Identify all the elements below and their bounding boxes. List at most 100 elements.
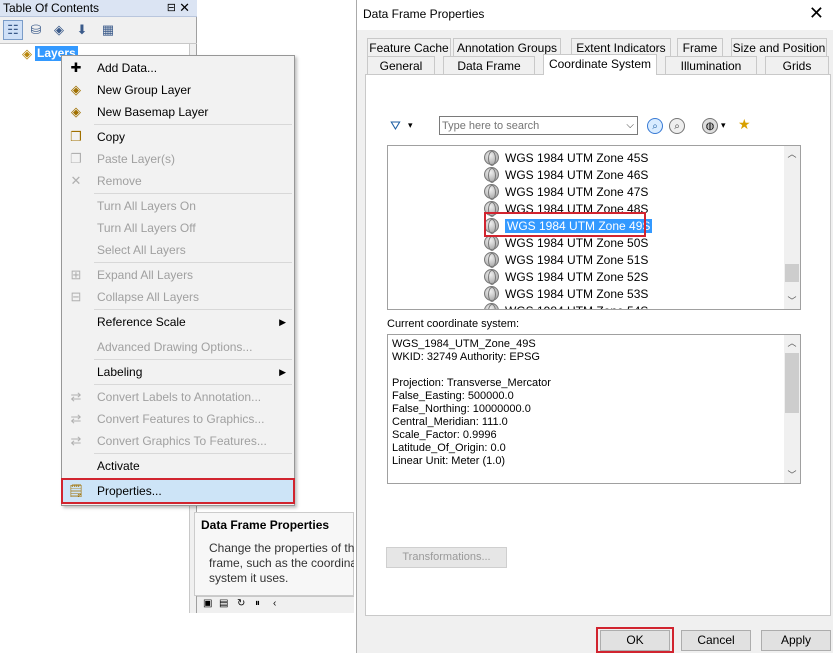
list-item-cs[interactable]: WGS 1984 UTM Zone 51S	[484, 251, 648, 268]
submenu-arrow-icon: ▶	[279, 317, 286, 327]
menu-item-label: Convert Graphics To Features...	[97, 434, 267, 448]
dialog-title: Data Frame Properties	[363, 7, 485, 21]
menu-item-reference-scale[interactable]: Reference Scale ▶	[62, 311, 294, 333]
menu-item-label: Advanced Drawing Options...	[97, 340, 253, 354]
globe-icon	[484, 252, 499, 268]
tab-feature-cache[interactable]: Feature Cache	[367, 38, 451, 56]
data-view-icon[interactable]: ▤	[219, 598, 228, 609]
chevron-down-icon[interactable]: ⌵	[626, 117, 634, 134]
pin-icon[interactable]: ⊟	[167, 1, 176, 14]
list-item-label: WGS 1984 UTM Zone 46S	[505, 167, 649, 182]
tab-coordinate-system[interactable]: Coordinate System	[543, 54, 657, 75]
filter-icon[interactable]: ⛛	[390, 118, 401, 134]
menu-item-label: Paste Layer(s)	[97, 152, 176, 166]
menu-item-select-all-layers[interactable]: Select All Layers	[62, 239, 294, 261]
scrollbar-thumb[interactable]	[785, 264, 799, 282]
properties-highlight-box	[61, 478, 295, 504]
menu-item-expand-all-layers[interactable]: ⊞ Expand All Layers	[62, 264, 294, 286]
search-box[interactable]: ⌵	[439, 116, 638, 135]
cancel-button[interactable]: Cancel	[681, 630, 751, 651]
globe-add-icon[interactable]: ◍	[702, 118, 718, 134]
list-scrollbar[interactable]: ︿ ﹀	[784, 146, 800, 309]
scroll-up-icon[interactable]: ︿	[784, 146, 800, 162]
globe-icon	[484, 269, 499, 285]
menu-separator	[94, 453, 292, 454]
menu-item-label: Turn All Layers On	[97, 199, 196, 213]
ok-highlight-box	[596, 627, 674, 653]
menu-item-paste-layer-s[interactable]: ❐ Paste Layer(s)	[62, 148, 294, 170]
close-icon[interactable]: ✕	[179, 0, 190, 16]
menu-item-convert-features-to-graphics[interactable]: ⇄ Convert Features to Graphics...	[62, 408, 294, 430]
scroll-down-icon[interactable]: ﹀	[784, 467, 800, 483]
pause-icon[interactable]: ⏸	[255, 598, 260, 609]
tab-size-and-position[interactable]: Size and Position	[731, 38, 827, 56]
menu-item-activate[interactable]: Activate	[62, 455, 294, 477]
list-by-visibility-icon[interactable]: ◈	[49, 20, 69, 40]
list-by-source-icon[interactable]: ⛁	[26, 20, 46, 40]
chevron-down-icon[interactable]: ▾	[721, 120, 726, 131]
menu-separator	[94, 384, 292, 385]
close-icon[interactable]: ✕	[809, 3, 824, 24]
menu-item-remove[interactable]: ✕ Remove	[62, 170, 294, 192]
menu-item-new-basemap-layer[interactable]: ◈ New Basemap Layer	[62, 101, 294, 123]
search-input[interactable]	[442, 118, 617, 133]
search-icon[interactable]: ⌕	[647, 118, 663, 134]
list-by-selection-icon[interactable]: ⬇	[72, 20, 92, 40]
globe-icon	[484, 303, 499, 309]
layout-view-icon[interactable]: ▣	[203, 598, 212, 609]
cs-detail-line: False_Easting: 500000.0	[392, 390, 514, 402]
refresh-icon[interactable]: ↻	[237, 598, 245, 609]
menu-item-add-data[interactable]: ✚ Add Data...	[62, 57, 294, 79]
menu-item-label: Add Data...	[97, 61, 158, 75]
menu-item-convert-labels-to-annotation[interactable]: ⇄ Convert Labels to Annotation...	[62, 386, 294, 408]
list-item-cs[interactable]: WGS 1984 UTM Zone 45S	[484, 149, 648, 166]
filter-dropdown-icon[interactable]: ▾	[408, 120, 413, 131]
list-item-label: WGS 1984 UTM Zone 54S	[505, 304, 648, 310]
dialog-titlebar: Data Frame Properties ✕	[357, 0, 833, 30]
menu-item-turn-all-layers-on[interactable]: Turn All Layers On	[62, 195, 294, 217]
favorites-star-icon[interactable]: ★	[738, 116, 751, 133]
tab-grids[interactable]: Grids	[765, 56, 829, 74]
transformations-button[interactable]: Transformations...	[386, 547, 507, 568]
tooltip: Data Frame Properties Change the propert…	[194, 512, 354, 596]
tab-illumination[interactable]: Illumination	[665, 56, 757, 74]
list-item-cs[interactable]: WGS 1984 UTM Zone 46S	[484, 166, 648, 183]
options-icon[interactable]: ▦	[98, 20, 118, 40]
details-scrollbar[interactable]: ︿ ﹀	[784, 335, 800, 483]
layers-icon: ◈	[22, 45, 32, 61]
menu-item-convert-graphics-to-features[interactable]: ⇄ Convert Graphics To Features...	[62, 430, 294, 452]
menu-item-advanced-drawing-options[interactable]: Advanced Drawing Options...	[62, 336, 294, 358]
scroll-up-icon[interactable]: ︿	[784, 335, 800, 351]
globe-icon	[484, 150, 499, 166]
list-item-cs[interactable]: WGS 1984 UTM Zone 52S	[484, 268, 648, 285]
tab-frame[interactable]: Frame	[677, 38, 723, 56]
menu-item-label: Activate	[97, 459, 140, 473]
list-item-cs[interactable]: WGS 1984 UTM Zone 47S	[484, 183, 648, 200]
convert-features-icon: ⇄	[70, 411, 82, 426]
list-by-drawing-order-icon[interactable]: ☷	[3, 20, 23, 40]
scrollbar-thumb[interactable]	[785, 353, 799, 413]
menu-item-copy[interactable]: ❐ Copy	[62, 126, 294, 148]
apply-button[interactable]: Apply	[761, 630, 831, 651]
menu-item-label: Select All Layers	[97, 243, 186, 257]
cs-detail-line: Scale_Factor: 0.9996	[392, 429, 497, 441]
menu-item-label: Reference Scale	[97, 315, 186, 329]
menu-item-turn-all-layers-off[interactable]: Turn All Layers Off	[62, 217, 294, 239]
add-data-icon: ✚	[70, 60, 82, 75]
menu-separator	[94, 262, 292, 263]
menu-item-collapse-all-layers[interactable]: ⊟ Collapse All Layers	[62, 286, 294, 308]
submenu-arrow-icon: ▶	[279, 367, 286, 377]
scroll-down-icon[interactable]: ﹀	[784, 293, 800, 309]
menu-separator	[94, 359, 292, 360]
tab-data-frame[interactable]: Data Frame	[443, 56, 535, 74]
tab-general[interactable]: General	[367, 56, 435, 74]
list-item-cs[interactable]: WGS 1984 UTM Zone 54S	[484, 302, 648, 310]
menu-item-label: Collapse All Layers	[97, 290, 200, 304]
list-item-cs[interactable]: WGS 1984 UTM Zone 53S	[484, 285, 648, 302]
cs-detail-line: WKID: 32749 Authority: EPSG	[392, 351, 540, 363]
menu-item-new-group-layer[interactable]: ◈ New Group Layer	[62, 79, 294, 101]
clear-search-icon[interactable]: ⌕	[669, 118, 685, 134]
tooltip-title: Data Frame Properties	[201, 518, 330, 532]
menu-item-labeling[interactable]: Labeling ▶	[62, 361, 294, 383]
scroll-left-icon[interactable]: ‹	[273, 598, 276, 609]
